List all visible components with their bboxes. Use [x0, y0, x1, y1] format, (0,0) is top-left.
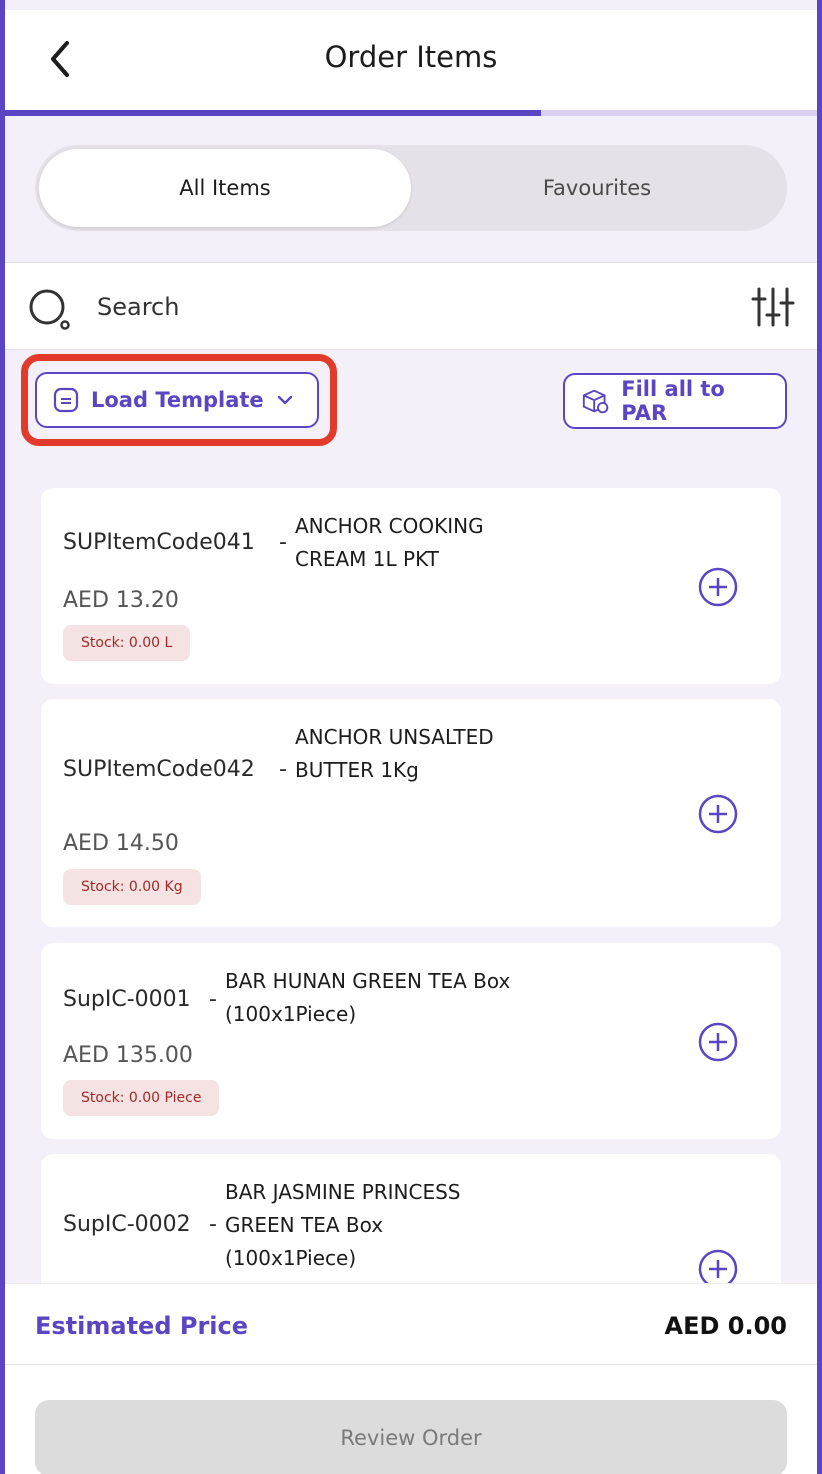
item-price: AED 135.00	[63, 1043, 193, 1068]
stock-badge: Stock: 0.00 L	[63, 625, 191, 661]
filter-sliders-icon[interactable]	[751, 285, 795, 329]
item-card[interactable]: SUPItemCode042 - ANCHOR UNSALTED BUTTER …	[41, 699, 781, 927]
item-price: AED 14.50	[63, 831, 179, 856]
chevron-down-icon	[277, 395, 292, 405]
status-strip	[5, 0, 817, 10]
add-circle-icon[interactable]	[697, 1021, 739, 1063]
load-template-button[interactable]: Load Template	[35, 372, 319, 428]
item-separator: -	[279, 757, 287, 782]
tab-all-items[interactable]: All Items	[39, 149, 411, 227]
template-icon	[53, 387, 79, 413]
item-code: SUPItemCode042	[63, 757, 255, 782]
item-separator: -	[209, 987, 217, 1012]
item-name: BAR HUNAN GREEN TEA Box (100x1Piece)	[225, 969, 511, 1026]
estimated-price-label: Estimated Price	[35, 1312, 249, 1340]
review-order-button[interactable]: Review Order	[35, 1400, 787, 1474]
app-frame: Order Items All Items Favourites Load Te…	[0, 0, 822, 1474]
page-title: Order Items	[324, 40, 498, 74]
stock-badge: Stock: 0.00 Piece	[63, 1080, 220, 1116]
progress-fill	[5, 110, 541, 116]
item-code: SupIC-0002	[63, 1212, 191, 1237]
progress-bar	[5, 110, 817, 116]
stock-badge: Stock: 0.00 Kg	[63, 869, 201, 905]
add-circle-icon[interactable]	[697, 566, 739, 608]
footer-divider	[5, 1364, 817, 1365]
tab-favourites[interactable]: Favourites	[411, 149, 783, 227]
footer: Estimated Price AED 0.00 Review Order	[5, 1283, 817, 1474]
item-separator: -	[209, 1212, 217, 1237]
add-circle-icon[interactable]	[697, 793, 739, 835]
fill-all-to-par-label: Fill all to PAR	[621, 377, 725, 425]
search-input[interactable]	[97, 283, 657, 331]
load-template-label: Load Template	[91, 388, 264, 412]
fill-all-to-par-button[interactable]: Fill all to PAR	[563, 373, 787, 429]
item-name: ANCHOR COOKING CREAM 1L PKT	[295, 514, 484, 571]
item-separator: -	[279, 530, 287, 555]
item-card[interactable]: SUPItemCode041 - ANCHOR COOKING CREAM 1L…	[41, 488, 781, 684]
segmented-control: All Items Favourites	[35, 145, 787, 231]
header: Order Items	[5, 10, 817, 110]
item-name: BAR JASMINE PRINCESS GREEN TEA Box (100x…	[225, 1180, 461, 1270]
item-card[interactable]: SupIC-0001 - BAR HUNAN GREEN TEA Box (10…	[41, 943, 781, 1139]
item-name: ANCHOR UNSALTED BUTTER 1Kg	[295, 725, 494, 782]
item-code: SupIC-0001	[63, 987, 191, 1012]
search-icon	[29, 289, 70, 330]
search-bar	[5, 262, 817, 350]
item-price: AED 13.20	[63, 588, 179, 613]
estimated-price-value: AED 0.00	[664, 1312, 787, 1340]
item-code: SUPItemCode041	[63, 530, 255, 555]
box-icon	[582, 389, 609, 414]
